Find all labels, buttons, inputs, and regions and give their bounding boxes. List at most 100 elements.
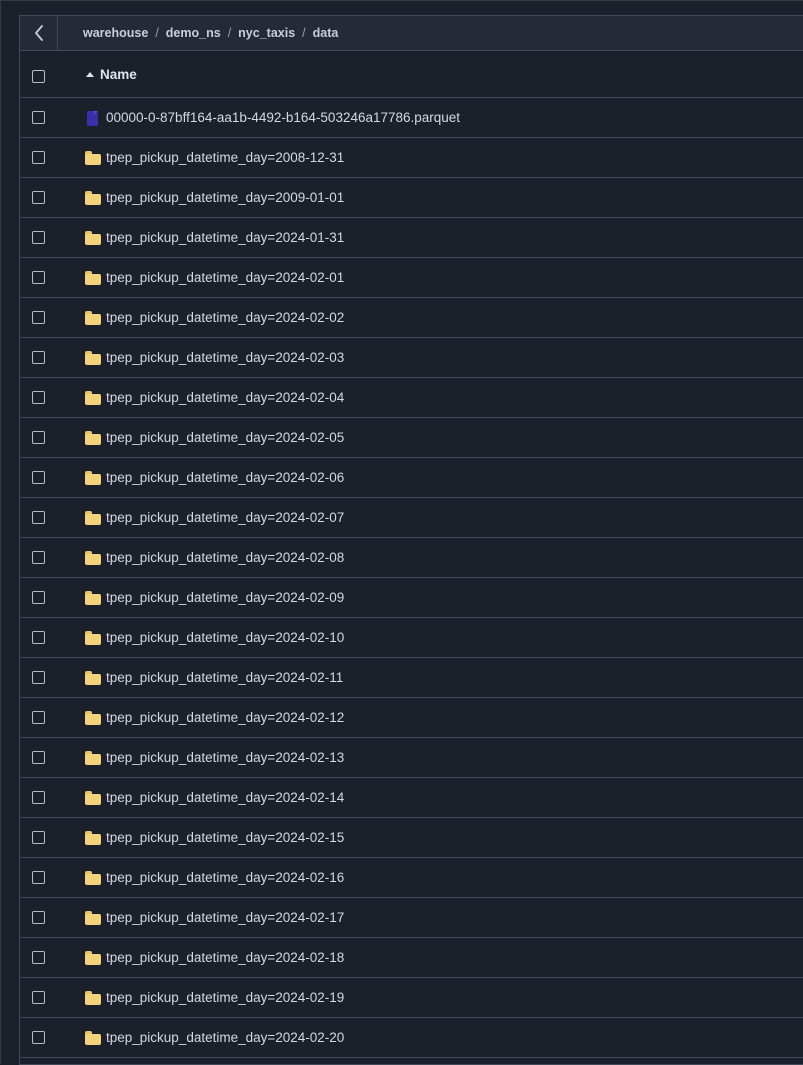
row-name-cell[interactable]: tpep_pickup_datetime_day=2024-02-04 [85, 378, 344, 417]
row-name-label: tpep_pickup_datetime_day=2024-02-06 [106, 470, 345, 485]
table-row[interactable]: tpep_pickup_datetime_day=2024-02-08 [20, 538, 803, 578]
row-name-cell[interactable]: tpep_pickup_datetime_day=2024-02-13 [85, 738, 344, 777]
row-name-cell[interactable]: tpep_pickup_datetime_day=2008-12-31 [85, 138, 344, 177]
row-checkbox[interactable] [32, 791, 45, 804]
row-checkbox[interactable] [32, 631, 45, 644]
row-checkbox[interactable] [32, 1031, 45, 1044]
folder-icon [85, 550, 101, 565]
table-row[interactable]: tpep_pickup_datetime_day=2024-02-10 [20, 618, 803, 658]
row-checkbox[interactable] [32, 711, 45, 724]
name-column-header[interactable]: Name [86, 51, 137, 97]
table-row[interactable]: tpep_pickup_datetime_day=2024-01-31 [20, 218, 803, 258]
sort-ascending-icon [86, 71, 94, 77]
row-name-cell[interactable]: tpep_pickup_datetime_day=2024-02-10 [85, 618, 344, 657]
row-name-cell[interactable]: tpep_pickup_datetime_day=2024-02-03 [85, 338, 344, 377]
row-checkbox[interactable] [32, 871, 45, 884]
row-checkbox[interactable] [32, 111, 45, 124]
row-checkbox[interactable] [32, 271, 45, 284]
row-name-cell[interactable]: tpep_pickup_datetime_day=2024-02-02 [85, 298, 344, 337]
row-checkbox[interactable] [32, 231, 45, 244]
row-checkbox[interactable] [32, 991, 45, 1004]
chevron-left-icon [34, 25, 43, 41]
table-row[interactable]: tpep_pickup_datetime_day=2009-01-01 [20, 178, 803, 218]
table-row[interactable]: tpep_pickup_datetime_day=2024-02-14 [20, 778, 803, 818]
row-name-cell[interactable]: tpep_pickup_datetime_day=2024-02-09 [85, 578, 344, 617]
row-name-cell[interactable]: tpep_pickup_datetime_day=2024-02-19 [85, 978, 344, 1017]
breadcrumb-data[interactable]: data [313, 26, 339, 40]
breadcrumb-warehouse[interactable]: warehouse [83, 26, 148, 40]
row-name-cell[interactable]: tpep_pickup_datetime_day=2024-02-08 [85, 538, 344, 577]
row-name-label: tpep_pickup_datetime_day=2024-02-03 [106, 350, 345, 365]
row-checkbox[interactable] [32, 511, 45, 524]
breadcrumb-nyc-taxis[interactable]: nyc_taxis [238, 26, 295, 40]
table-row[interactable]: tpep_pickup_datetime_day=2024-02-13 [20, 738, 803, 778]
row-name-cell[interactable]: tpep_pickup_datetime_day=2024-02-18 [85, 938, 344, 977]
table-row[interactable]: tpep_pickup_datetime_day=2024-02-18 [20, 938, 803, 978]
table-row[interactable]: tpep_pickup_datetime_day=2024-02-02 [20, 298, 803, 338]
folder-icon [85, 830, 101, 845]
row-checkbox[interactable] [32, 311, 45, 324]
table-row[interactable]: tpep_pickup_datetime_day=2024-02-17 [20, 898, 803, 938]
folder-icon [85, 510, 101, 525]
row-name-cell[interactable]: tpep_pickup_datetime_day=2024-02-15 [85, 818, 344, 857]
row-checkbox[interactable] [32, 471, 45, 484]
row-name-cell[interactable]: tpep_pickup_datetime_day=2024-02-17 [85, 898, 344, 937]
row-checkbox[interactable] [32, 591, 45, 604]
row-name-cell[interactable]: tpep_pickup_datetime_day=2024-02-05 [85, 418, 344, 457]
table-row[interactable]: tpep_pickup_datetime_day=2024-02-04 [20, 378, 803, 418]
table-row[interactable]: tpep_pickup_datetime_day=2024-02-01 [20, 258, 803, 298]
row-checkbox[interactable] [32, 831, 45, 844]
table-row[interactable]: tpep_pickup_datetime_day=2024-02-09 [20, 578, 803, 618]
select-all-checkbox[interactable] [32, 70, 45, 83]
folder-icon [85, 310, 101, 325]
row-checkbox[interactable] [32, 951, 45, 964]
row-name-label: tpep_pickup_datetime_day=2024-02-05 [106, 430, 345, 445]
row-name-cell[interactable]: 00000-0-87bff164-aa1b-4492-b164-503246a1… [85, 98, 460, 137]
row-name-label: tpep_pickup_datetime_day=2024-02-07 [106, 510, 345, 525]
row-name-cell[interactable]: tpep_pickup_datetime_day=2024-02-20 [85, 1018, 344, 1057]
table-row[interactable]: tpep_pickup_datetime_day=2024-02-16 [20, 858, 803, 898]
folder-icon [85, 870, 101, 885]
row-name-label: tpep_pickup_datetime_day=2024-02-11 [106, 670, 344, 685]
row-checkbox[interactable] [32, 671, 45, 684]
row-name-cell[interactable]: tpep_pickup_datetime_day=2024-02-14 [85, 778, 344, 817]
folder-icon [85, 1030, 101, 1045]
row-checkbox[interactable] [32, 151, 45, 164]
table-row[interactable]: tpep_pickup_datetime_day=2024-02-15 [20, 818, 803, 858]
row-name-cell[interactable]: tpep_pickup_datetime_day=2009-01-01 [85, 178, 344, 217]
table-row[interactable]: tpep_pickup_datetime_day=2024-02-03 [20, 338, 803, 378]
row-name-label: tpep_pickup_datetime_day=2024-01-31 [106, 230, 345, 245]
row-checkbox[interactable] [32, 391, 45, 404]
row-checkbox[interactable] [32, 911, 45, 924]
row-name-label: tpep_pickup_datetime_day=2024-02-20 [106, 1030, 345, 1045]
table-row[interactable]: tpep_pickup_datetime_day=2024-02-05 [20, 418, 803, 458]
table-row[interactable]: tpep_pickup_datetime_day=2024-02-19 [20, 978, 803, 1018]
row-name-label: tpep_pickup_datetime_day=2024-02-02 [106, 310, 345, 325]
table-row[interactable]: tpep_pickup_datetime_day=2024-02-07 [20, 498, 803, 538]
row-checkbox[interactable] [32, 751, 45, 764]
row-name-label: tpep_pickup_datetime_day=2024-02-17 [106, 910, 345, 925]
row-checkbox[interactable] [32, 351, 45, 364]
table-row[interactable]: tpep_pickup_datetime_day=2024-02-06 [20, 458, 803, 498]
row-name-cell[interactable]: tpep_pickup_datetime_day=2024-02-16 [85, 858, 344, 897]
row-name-label: tpep_pickup_datetime_day=2024-02-12 [106, 710, 345, 725]
breadcrumb-separator: / [302, 26, 306, 40]
table-row[interactable]: 00000-0-87bff164-aa1b-4492-b164-503246a1… [20, 98, 803, 138]
row-name-cell[interactable]: tpep_pickup_datetime_day=2024-02-12 [85, 698, 344, 737]
row-name-cell[interactable]: tpep_pickup_datetime_day=2024-01-31 [85, 218, 344, 257]
folder-icon [85, 910, 101, 925]
back-button[interactable] [20, 16, 58, 50]
row-name-cell[interactable]: tpep_pickup_datetime_day=2024-02-11 [85, 658, 343, 697]
row-checkbox[interactable] [32, 551, 45, 564]
breadcrumb-demo-ns[interactable]: demo_ns [166, 26, 221, 40]
row-checkbox[interactable] [32, 191, 45, 204]
row-checkbox[interactable] [32, 431, 45, 444]
row-name-cell[interactable]: tpep_pickup_datetime_day=2024-02-07 [85, 498, 344, 537]
row-name-cell[interactable]: tpep_pickup_datetime_day=2024-02-01 [85, 258, 344, 297]
row-name-cell[interactable]: tpep_pickup_datetime_day=2024-02-06 [85, 458, 344, 497]
table-row[interactable]: tpep_pickup_datetime_day=2024-02-12 [20, 698, 803, 738]
table-row[interactable]: tpep_pickup_datetime_day=2008-12-31 [20, 138, 803, 178]
table-row[interactable]: tpep_pickup_datetime_day=2024-02-11 [20, 658, 803, 698]
folder-icon [85, 670, 101, 685]
table-row[interactable]: tpep_pickup_datetime_day=2024-02-20 [20, 1018, 803, 1058]
